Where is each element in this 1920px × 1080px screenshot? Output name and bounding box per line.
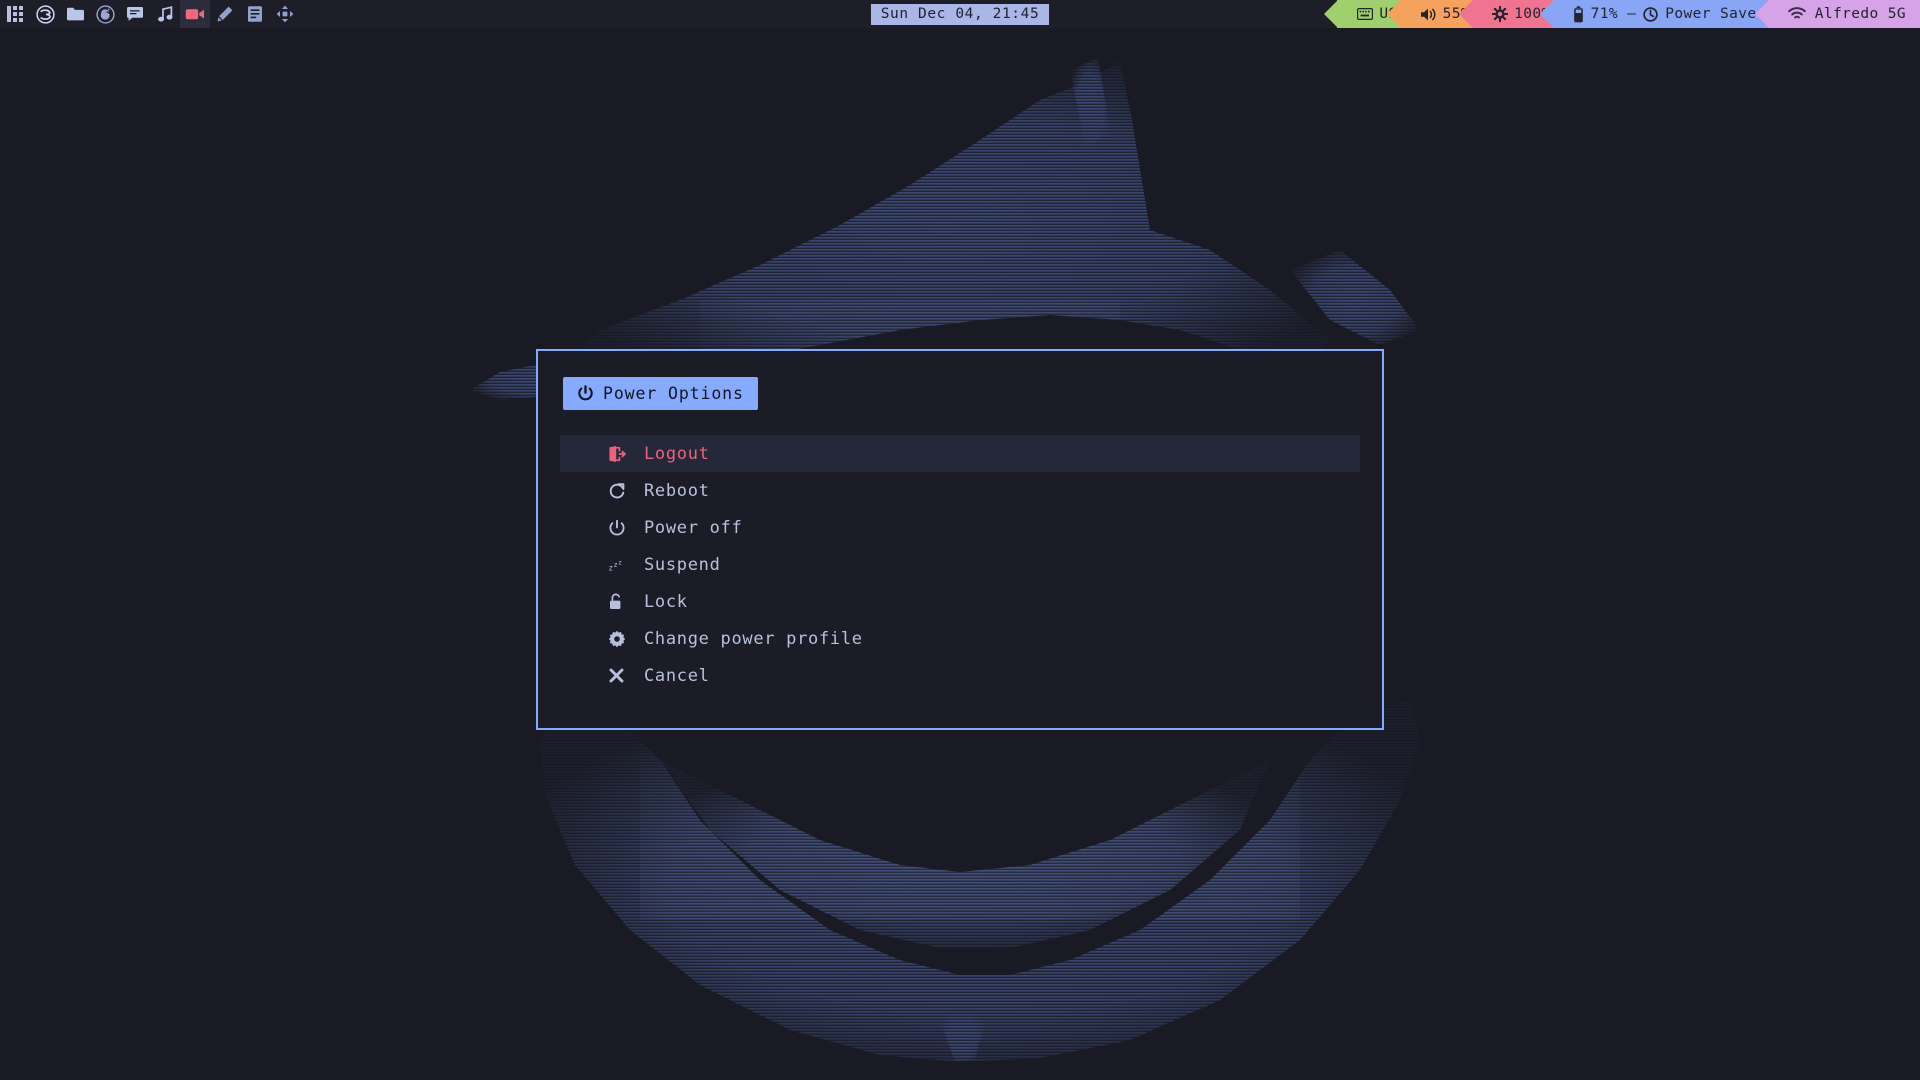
battery-module[interactable]: 71% – Power Saver: [1539, 0, 1778, 28]
status-modules: US 55%: [1324, 0, 1920, 28]
powerline-separator: [1459, 0, 1474, 28]
top-panel: Sun Dec 04, 21:45 US: [0, 0, 1920, 28]
power-options-title-button[interactable]: Power Options: [563, 376, 758, 410]
svg-text:z: z: [618, 559, 622, 566]
battery-icon: [1573, 5, 1584, 23]
menu-item-label: Change power profile: [644, 628, 863, 649]
app-grid-icon[interactable]: [0, 0, 30, 28]
close-icon: [608, 667, 634, 684]
move-icon[interactable]: [270, 0, 300, 28]
clock-icon: [1643, 6, 1659, 22]
power-icon: [577, 384, 594, 402]
network-module[interactable]: Alfredo 5G: [1754, 0, 1920, 28]
file-manager-icon[interactable]: [60, 0, 90, 28]
menu-item-cancel[interactable]: Cancel: [560, 657, 1360, 694]
gear-icon: [608, 630, 634, 648]
clock[interactable]: Sun Dec 04, 21:45: [870, 3, 1050, 25]
powerline-separator: [1386, 0, 1401, 28]
menu-item-reboot[interactable]: Reboot: [560, 472, 1360, 509]
menu-item-suspend[interactable]: z z z Suspend: [560, 546, 1360, 583]
document-icon[interactable]: [240, 0, 270, 28]
menu-item-lock[interactable]: Lock: [560, 583, 1360, 620]
menu-item-label: Cancel: [644, 665, 710, 686]
menu-item-label: Power off: [644, 517, 743, 538]
firefox-icon[interactable]: [90, 0, 120, 28]
menu-item-power-off[interactable]: Power off: [560, 509, 1360, 546]
powerline-separator: [1324, 0, 1339, 28]
menu-item-logout[interactable]: Logout: [560, 435, 1360, 472]
wifi-icon: [1787, 7, 1806, 21]
chat-icon[interactable]: [120, 0, 150, 28]
launcher-tray: [0, 0, 300, 28]
menu-item-label: Reboot: [644, 480, 710, 501]
powerline-separator: [1754, 0, 1769, 28]
menu-item-label: Lock: [644, 591, 688, 612]
power-options-dialog: Power Options Logout Reboot Power off z …: [536, 349, 1384, 730]
lock-icon: [608, 593, 634, 611]
power-options-title-label: Power Options: [603, 383, 744, 403]
reboot-icon: [608, 482, 634, 500]
music-icon[interactable]: [150, 0, 180, 28]
network-ssid-label: Alfredo 5G: [1814, 6, 1906, 22]
power-profile-label: Power Saver: [1665, 6, 1766, 22]
volume-icon: [1420, 7, 1437, 22]
emacs-icon[interactable]: [30, 0, 60, 28]
power-icon: [608, 519, 634, 537]
pencil-icon[interactable]: [210, 0, 240, 28]
menu-item-change-power-profile[interactable]: Change power profile: [560, 620, 1360, 657]
dialog-header: Power Options: [538, 351, 1382, 435]
menu-item-label: Logout: [644, 443, 710, 464]
battery-label: 71% –: [1590, 6, 1637, 22]
keyboard-icon: [1357, 8, 1374, 20]
menu-item-label: Suspend: [644, 554, 721, 575]
power-options-menu: Logout Reboot Power off z z z Suspend Lo…: [538, 435, 1382, 694]
powerline-separator: [1539, 0, 1554, 28]
brightness-icon: [1492, 6, 1509, 22]
video-camera-icon[interactable]: [180, 0, 210, 28]
suspend-icon: z z z: [608, 557, 634, 573]
logout-icon: [608, 445, 634, 463]
